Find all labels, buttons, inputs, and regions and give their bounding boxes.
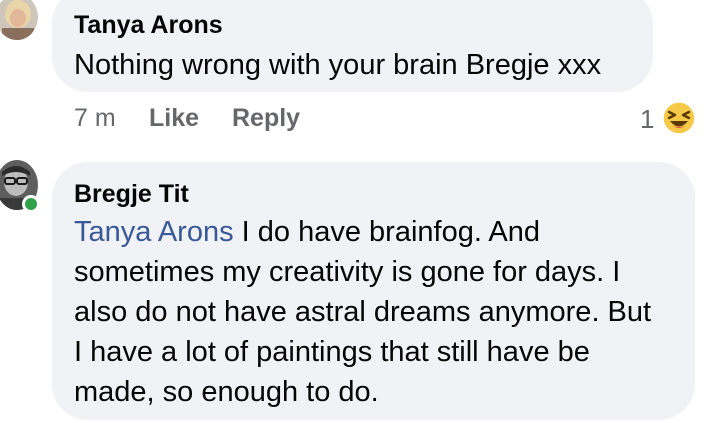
- comment-author-name[interactable]: Bregje Tit: [74, 180, 189, 209]
- comment-timestamp[interactable]: 7 m: [74, 104, 116, 133]
- comment-reply-line-1: Tanya Arons I do have brainfog. And: [74, 216, 540, 248]
- online-status-indicator: [22, 195, 40, 213]
- laughing-emoji-icon[interactable]: [662, 101, 696, 135]
- comment-actions-1: 7 m Like Reply: [74, 104, 374, 134]
- reaction-count[interactable]: 1: [640, 104, 654, 135]
- reply-button[interactable]: Reply: [232, 104, 300, 133]
- like-button[interactable]: Like: [149, 104, 199, 133]
- comments-thread: Tanya Arons Nothing wrong with your brai…: [0, 0, 720, 423]
- comment-reply-line-4: I have a lot of paintings that still hav…: [74, 336, 590, 368]
- comment-author-name[interactable]: Tanya Arons: [74, 11, 223, 40]
- comment-reply-line-5: made, so enough to do.: [74, 376, 379, 408]
- comment-text: Nothing wrong with your brain Bregje xxx: [74, 49, 602, 81]
- avatar-tanya-arons[interactable]: [0, 0, 38, 40]
- mention-link[interactable]: Tanya Arons: [74, 216, 234, 248]
- comment-reply-line-3: also do not have astral dreams anymore. …: [74, 296, 652, 328]
- comment-reply-line-2: sometimes my creativity is gone for days…: [74, 256, 621, 288]
